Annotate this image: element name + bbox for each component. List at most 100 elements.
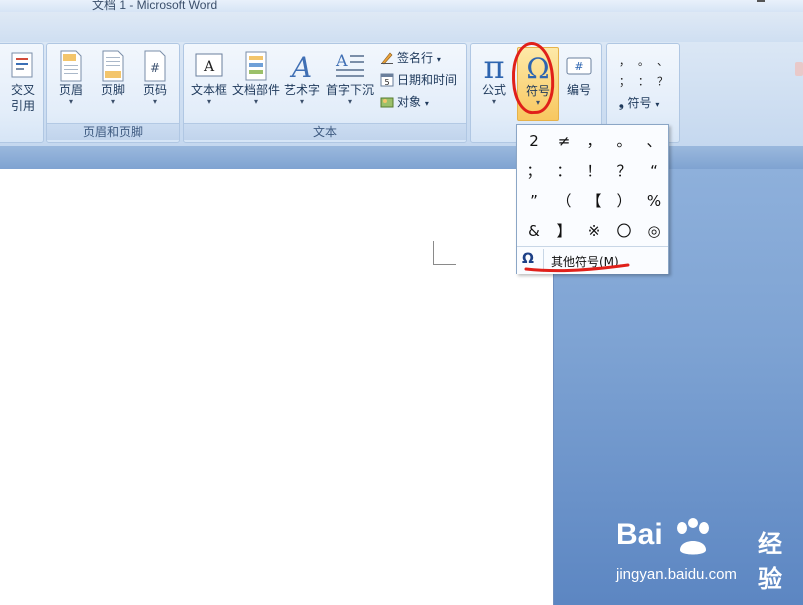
symbol-cell[interactable]: ！ (579, 157, 609, 186)
group-label-text: 文本 (184, 123, 466, 140)
document-page[interactable] (0, 169, 554, 605)
object-label: 对象 (397, 95, 422, 109)
page-number-button[interactable]: # 页码 ▾ (135, 50, 175, 106)
equation-button[interactable]: π 公式 ▾ (475, 50, 513, 106)
symbol-cell[interactable]: ） (609, 187, 639, 216)
ribbon-tab-strip (0, 12, 803, 43)
group-label-header-footer: 页眉和页脚 (47, 123, 179, 140)
watermark-brand-left: Bai (616, 518, 663, 551)
ruler-band (0, 146, 803, 169)
svg-text:A: A (289, 51, 312, 82)
svg-text:5: 5 (384, 78, 389, 87)
symbol-cell[interactable]: ” (519, 187, 549, 216)
symbol-cell[interactable]: ◎ (639, 217, 669, 246)
symbol-cell[interactable]: ， (579, 127, 609, 156)
footer-dropdown-caret: ▾ (110, 97, 115, 106)
equation-dropdown-caret: ▾ (491, 97, 496, 106)
symbol-cell[interactable]: & (519, 217, 549, 246)
preview-symbol[interactable]: ， (615, 52, 634, 72)
calendar-icon: 5 (380, 73, 394, 87)
preview-symbol[interactable]: 、 (653, 52, 672, 72)
header-dropdown-caret: ▾ (68, 97, 73, 106)
number-icon: # (566, 57, 592, 75)
page-number-dropdown-caret: ▾ (152, 97, 157, 106)
header-button[interactable]: 页眉 ▾ (51, 50, 91, 106)
equation-label: 公式 (481, 83, 506, 97)
watermark-url: jingyan.baidu.com (616, 566, 737, 583)
date-time-button[interactable]: 5 日期和时间 (380, 71, 457, 88)
annotation-underline (524, 263, 630, 273)
symbol-cell[interactable]: “ (639, 157, 669, 186)
page-number-icon: # (144, 50, 166, 82)
svg-text:π: π (483, 50, 504, 82)
preview-symbol[interactable]: ： (634, 72, 653, 92)
symbol-cell[interactable]: ； (519, 157, 549, 186)
ribbon: 交叉 引用 页眉 ▾ 页脚 ▾ # 页码 ▾ 页眉和页脚 A 文本框 ▾ 文档部… (0, 42, 803, 146)
svg-text:#: # (150, 61, 160, 75)
symbol-cell[interactable]: % (639, 187, 669, 216)
baidu-paw-icon (677, 518, 709, 555)
page-footer-icon (102, 50, 124, 82)
wordart-label: 艺术字 (283, 83, 320, 97)
watermark-brand-cn: 经验 (758, 530, 782, 593)
symbol-cell[interactable]: 〇 (609, 217, 639, 246)
symbol-dropdown: 2 ≠，。、；：！？ “” （【）% &】 ※ 〇 ◎ Ω 其他符号(M)... (516, 124, 669, 274)
preview-symbol[interactable]: ？ (653, 72, 672, 92)
group-header-footer: 页眉 ▾ 页脚 ▾ # 页码 ▾ 页眉和页脚 (46, 43, 180, 143)
special-symbol-caret: ▾ (655, 100, 660, 109)
title-bar: 文档 1 - Microsoft Word (0, 0, 803, 12)
symbol-cell[interactable]: 。 (609, 127, 639, 156)
date-time-label: 日期和时间 (397, 73, 458, 87)
text-box-button[interactable]: A 文本框 ▾ (187, 50, 231, 106)
svg-text:A: A (335, 51, 348, 70)
quick-parts-dropdown-caret: ▾ (253, 97, 258, 106)
cross-reference-label-1: 交叉 (10, 83, 35, 97)
footer-label: 页脚 (100, 83, 125, 97)
wordart-button[interactable]: A 艺术字 ▾ (281, 50, 323, 106)
signature-pen-icon (381, 52, 393, 65)
preview-symbol[interactable]: ； (615, 72, 634, 92)
quick-parts-label: 文档部件 (232, 83, 281, 97)
group-text: A 文本框 ▾ 文档部件 ▾ A 艺术字 ▾ A 首字下沉 ▾ 签名行 ▾ 5 … (183, 43, 467, 143)
text-box-icon: A (195, 53, 223, 77)
symbol-cell[interactable]: ： (549, 157, 579, 186)
signature-line-button[interactable]: 签名行 ▾ (380, 49, 441, 66)
number-button[interactable]: # 编号 (559, 50, 599, 98)
cross-reference-label-2: 引用 (10, 99, 35, 113)
quick-parts-icon (245, 51, 267, 81)
special-symbols-preview: ，。、 ；：？ (615, 52, 677, 92)
footer-button[interactable]: 页脚 ▾ (93, 50, 133, 106)
special-symbol-button[interactable]: ❟ 符号 ▾ (619, 94, 659, 111)
preview-symbol[interactable]: 。 (634, 52, 653, 72)
text-box-dropdown-caret: ▾ (206, 97, 211, 106)
symbol-cell[interactable]: 2 (519, 127, 549, 156)
cross-reference-button[interactable]: 交叉 引用 (3, 50, 43, 114)
symbol-cell[interactable]: 】 (549, 217, 579, 246)
object-caret: ▾ (424, 99, 429, 108)
object-button[interactable]: 对象 ▾ (380, 93, 429, 110)
symbol-cell[interactable]: 【 (579, 187, 609, 216)
drop-cap-label: 首字下沉 (325, 83, 374, 97)
margin-corner-mark (433, 241, 456, 265)
drop-cap-button[interactable]: A 首字下沉 ▾ (325, 50, 375, 106)
cross-reference-icon (11, 52, 33, 78)
quick-parts-button[interactable]: 文档部件 ▾ (232, 50, 280, 106)
symbol-cell[interactable]: ？ (609, 157, 639, 186)
drop-cap-icon: A (335, 51, 364, 77)
symbol-cell[interactable]: ≠ (549, 127, 579, 156)
symbol-cell[interactable]: ※ (579, 217, 609, 246)
pi-icon: π (483, 50, 504, 82)
edge-fragment (795, 62, 803, 76)
text-box-label: 文本框 (190, 83, 227, 97)
page-header-icon (60, 50, 82, 82)
symbol-cell[interactable]: 、 (639, 127, 669, 156)
header-label: 页眉 (58, 83, 83, 97)
svg-text:A: A (203, 59, 215, 75)
signature-line-caret: ▾ (436, 55, 441, 64)
minimize-button[interactable] (757, 0, 765, 2)
page-number-label: 页码 (142, 83, 167, 97)
window-title: 文档 1 - Microsoft Word (92, 0, 218, 12)
symbol-cell[interactable]: （ (549, 187, 579, 216)
wordart-icon: A (289, 51, 312, 82)
wordart-dropdown-caret: ▾ (299, 97, 304, 106)
